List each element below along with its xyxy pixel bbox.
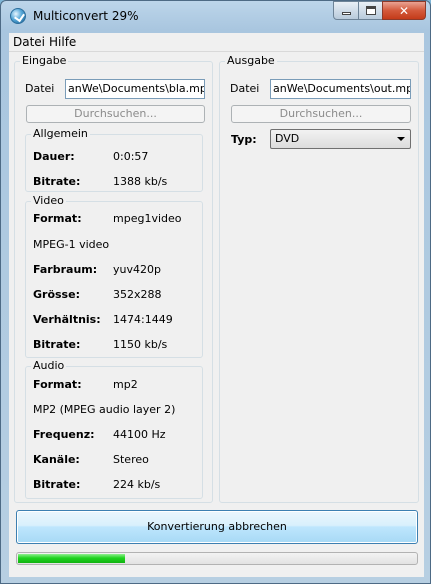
menu-hilfe[interactable]: Hilfe <box>49 35 76 49</box>
video-format-key: Format: <box>33 212 82 225</box>
cancel-conversion-button[interactable]: Konvertierung abbrechen <box>16 510 418 544</box>
general-group: Allgemein Dauer: 0:0:57 Bitrate: 1388 kb… <box>25 127 203 192</box>
colorspace-key: Farbraum: <box>33 263 98 276</box>
output-file-label: Datei <box>230 82 260 95</box>
type-label: Typ: <box>231 133 257 146</box>
audio-group-label: Audio <box>31 359 67 372</box>
input-group: Eingabe Datei anWe\Documents\bla.mpeg Du… <box>14 54 213 503</box>
app-icon[interactable] <box>10 8 26 24</box>
size-value: 352x288 <box>113 288 162 301</box>
audio-bitrate-key: Bitrate: <box>33 478 81 491</box>
general-bitrate-value: 1388 kb/s <box>113 175 168 188</box>
general-bitrate-key: Bitrate: <box>33 175 81 188</box>
duration-key: Dauer: <box>33 150 75 163</box>
output-group: Ausgabe Datei anWe\Documents\out.mpeg Du… <box>219 54 419 503</box>
video-group-label: Video <box>31 194 66 207</box>
type-select-value: DVD <box>275 132 300 145</box>
output-file-field[interactable]: anWe\Documents\out.mpeg <box>270 79 411 99</box>
window-title: Multiconvert 29% <box>33 9 139 23</box>
video-bitrate-key: Bitrate: <box>33 338 81 351</box>
audio-group: Audio Format: mp2 MP2 (MPEG audio layer … <box>25 359 203 499</box>
aspect-value: 1474:1449 <box>113 313 173 326</box>
chevron-down-icon <box>397 137 405 141</box>
output-browse-button[interactable]: Durchsuchen... <box>231 105 411 123</box>
input-browse-button[interactable]: Durchsuchen... <box>26 105 205 123</box>
frequency-value: 44100 Hz <box>113 428 166 441</box>
general-group-label: Allgemein <box>31 127 90 140</box>
aspect-key: Verhältnis: <box>33 313 101 326</box>
minimize-button[interactable] <box>333 1 359 20</box>
client-area: Datei Hilfe Eingabe Datei anWe\Documents… <box>9 33 424 577</box>
close-button[interactable]: ✕ <box>382 1 426 20</box>
progress-fill <box>18 554 125 563</box>
audio-bitrate-value: 224 kb/s <box>113 478 161 491</box>
menu-datei[interactable]: Datei <box>13 35 45 49</box>
video-format-value: mpeg1video <box>113 212 182 225</box>
audio-format-key: Format: <box>33 378 82 391</box>
colorspace-value: yuv420p <box>113 263 161 276</box>
input-file-label: Datei <box>25 82 55 95</box>
type-select[interactable]: DVD <box>270 129 411 149</box>
video-group: Video Format: mpeg1video MPEG-1 video Fa… <box>25 194 203 358</box>
audio-description: MP2 (MPEG audio layer 2) <box>33 403 176 416</box>
size-key: Grösse: <box>33 288 80 301</box>
channels-key: Kanäle: <box>33 453 80 466</box>
duration-value: 0:0:57 <box>113 150 149 163</box>
output-group-label: Ausgabe <box>225 54 277 67</box>
channels-value: Stereo <box>113 453 149 466</box>
progress-bar <box>16 552 418 565</box>
frequency-key: Frequenz: <box>33 428 95 441</box>
input-group-label: Eingabe <box>20 54 69 67</box>
app-window: Multiconvert 29% ✕ Datei Hilfe Eingabe D… <box>0 0 431 584</box>
video-bitrate-value: 1150 kb/s <box>113 338 168 351</box>
video-description: MPEG-1 video <box>33 238 110 251</box>
input-file-field[interactable]: anWe\Documents\bla.mpeg <box>65 79 205 99</box>
maximize-button[interactable] <box>358 1 383 20</box>
audio-format-value: mp2 <box>113 378 138 391</box>
close-icon: ✕ <box>398 4 410 18</box>
title-bar[interactable]: Multiconvert 29% ✕ <box>1 1 430 33</box>
menu-bar: Datei Hilfe <box>9 33 424 52</box>
